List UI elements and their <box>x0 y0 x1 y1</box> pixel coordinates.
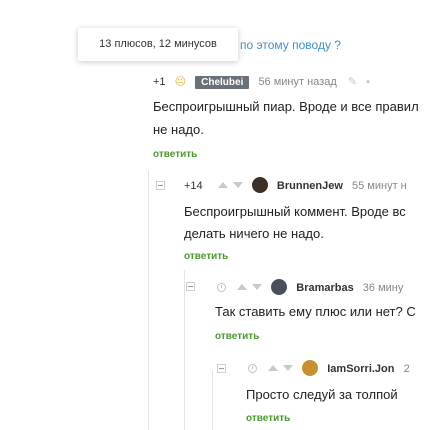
clock-icon <box>248 364 257 373</box>
save-icon[interactable]: ▪ <box>366 76 370 88</box>
avatar[interactable] <box>302 360 319 376</box>
comment-text-line: делать ничего не надо. <box>184 226 324 241</box>
comment-score: +1 <box>153 76 166 88</box>
comment-time[interactable]: 55 минут н <box>352 180 407 192</box>
comment-header: Bramarbas 36 мину <box>217 279 403 296</box>
collapse-toggle[interactable] <box>217 364 226 373</box>
comment-score: +14 <box>184 180 203 192</box>
downvote-icon[interactable] <box>252 284 263 290</box>
collapse-toggle[interactable] <box>156 181 165 190</box>
author-name[interactable]: Chelubei <box>195 76 250 89</box>
author-name[interactable]: BrunnenJew <box>277 180 343 192</box>
rating-tooltip: 13 плюсов, 12 минусов <box>78 28 238 61</box>
topic-link[interactable]: по этому поводу ? <box>240 38 341 52</box>
author-name[interactable]: IamSorri.Jon <box>327 363 394 375</box>
comment-text-line: Беспроигрышный коммент. Вроде вс <box>184 204 406 219</box>
collapse-toggle[interactable] <box>186 282 195 291</box>
reply-button[interactable]: ответить <box>184 251 228 262</box>
reply-button[interactable]: ответить <box>246 413 290 424</box>
author-name[interactable]: Bramarbas <box>296 282 353 294</box>
reply-button[interactable]: ответить <box>153 149 197 160</box>
rating-emoji-icon: 😐 <box>174 76 187 88</box>
comment-time[interactable]: 56 минут назад <box>258 76 336 88</box>
downvote-icon[interactable] <box>283 365 294 371</box>
avatar[interactable] <box>251 177 268 193</box>
reply-button[interactable]: ответить <box>215 331 259 342</box>
comment-text-line: Беспроигрышный пиар. Вроде и все правил <box>153 99 419 114</box>
comment-text-line: Просто следуй за толпой <box>246 387 398 402</box>
upvote-icon[interactable] <box>217 182 228 188</box>
comment-time[interactable]: 36 мину <box>363 282 404 294</box>
comment-header: +14 BrunnenJew 55 минут н <box>184 177 407 194</box>
comment-text-line: не надо. <box>153 122 204 137</box>
thread-line <box>148 170 149 430</box>
comment-text-line: Так ставить ему плюс или нет? С <box>215 304 416 319</box>
upvote-icon[interactable] <box>237 284 248 290</box>
avatar[interactable] <box>271 279 288 295</box>
thread-line <box>212 370 213 430</box>
upvote-icon[interactable] <box>268 365 279 371</box>
downvote-icon[interactable] <box>232 182 243 188</box>
clock-icon <box>217 283 226 292</box>
thread-line <box>184 270 185 430</box>
comment-header: IamSorri.Jon 2 <box>248 360 410 377</box>
comment-header: +1 😐 Chelubei 56 минут назад ✎ ▪ <box>153 74 370 90</box>
comment-time[interactable]: 2 <box>404 363 410 375</box>
edit-icon[interactable]: ✎ <box>348 76 357 88</box>
